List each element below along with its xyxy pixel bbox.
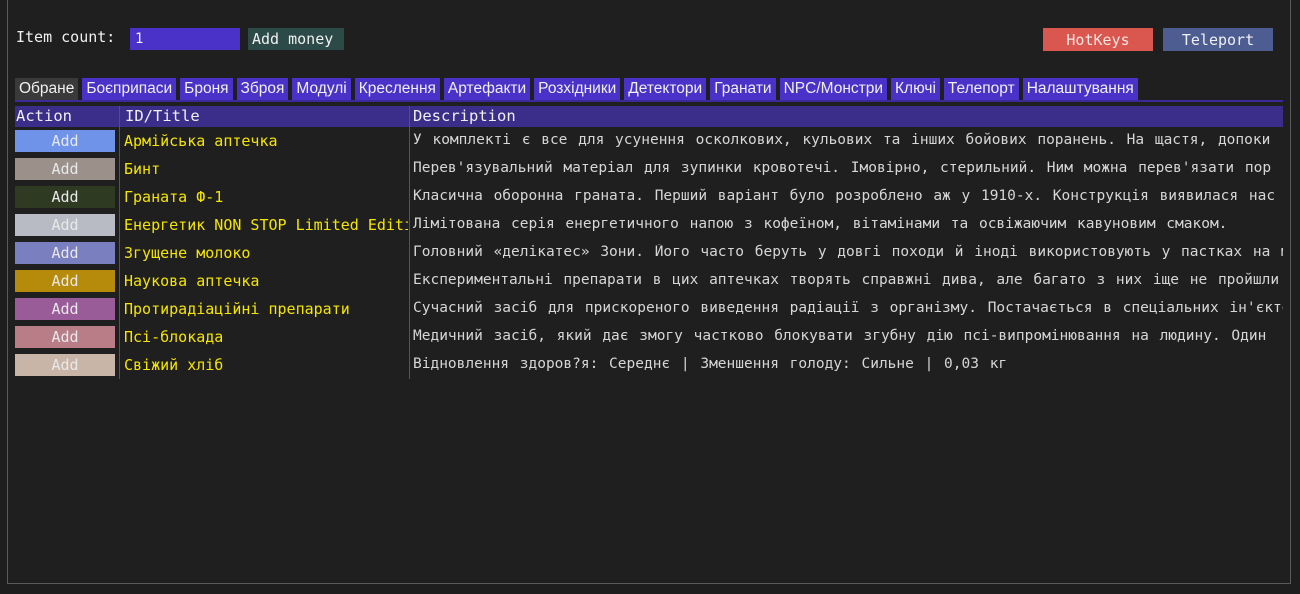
add-item-button[interactable]: Add [15, 270, 115, 292]
item-title: Граната Ф-1 [124, 188, 224, 206]
tab-2[interactable]: Броня [180, 78, 233, 100]
table-row: Add Свіжий хліб Відновлення здоров?я: Сере… [15, 353, 1283, 377]
item-title: Згущене молоко [124, 244, 251, 262]
hotkeys-button[interactable]: HotKeys [1043, 28, 1153, 51]
add-item-button[interactable]: Add [15, 186, 115, 208]
tab-4[interactable]: Модулі [292, 78, 351, 100]
item-description: Лімітована серія енергетичного напою з к… [413, 216, 1228, 232]
table-row: Add Енергетик NON STOP Limited Edition Лім… [15, 213, 1283, 237]
item-description: У комплекті є все для усунення осколкови… [413, 132, 1271, 148]
item-description: Медичний засіб, який дає змогу частково … [413, 328, 1267, 344]
tab-11[interactable]: Ключі [891, 78, 940, 100]
item-description: Відновлення здоров?я: Середнє | Зменшенн… [413, 356, 1008, 372]
add-item-button[interactable]: Add [15, 214, 115, 236]
item-description: Класична оборонна граната. Перший варіан… [413, 188, 1276, 204]
add-item-button[interactable]: Add [15, 158, 115, 180]
add-item-button[interactable]: Add [15, 354, 115, 376]
tab-5[interactable]: Креслення [354, 78, 440, 100]
tab-0[interactable]: Обране [15, 78, 79, 100]
item-description: Сучасний засіб для прискореного виведенн… [413, 300, 1283, 316]
column-header-title: ID/Title [125, 107, 200, 125]
item-count-input[interactable] [130, 28, 240, 50]
category-tabs: Обране Боєприпаси Броня Зброя Модулі Кресленн… [15, 78, 1142, 100]
tab-1[interactable]: Боєприпаси [82, 78, 177, 100]
add-item-button[interactable]: Add [15, 298, 115, 320]
tab-7[interactable]: Розхідники [534, 78, 621, 100]
column-header-action: Action [16, 107, 72, 125]
tab-underline [15, 100, 1283, 102]
item-description: Експериментальні препарати в цих аптечка… [413, 272, 1280, 288]
tab-6[interactable]: Артефакти [443, 78, 531, 100]
table-row: Add Граната Ф-1 Класична оборонна граната.… [15, 185, 1283, 209]
add-item-button[interactable]: Add [15, 326, 115, 348]
table-row: Add Протирадіаційні препарати Сучасний зас… [15, 297, 1283, 321]
table-row: Add Згущене молоко Головний «делікатес» Зо… [15, 241, 1283, 265]
add-money-button[interactable]: Add money [248, 28, 344, 50]
item-title: Псі-блокада [124, 328, 224, 346]
tab-10[interactable]: NPC/Монстри [779, 78, 888, 100]
item-title: Бинт [124, 160, 161, 178]
table-row: Add Бинт Перев'язувальний матеріал для зуп… [15, 157, 1283, 181]
add-item-button[interactable]: Add [15, 130, 115, 152]
tab-9[interactable]: Гранати [710, 78, 776, 100]
item-title: Армійська аптечка [124, 132, 278, 150]
table-row: Add Армійська аптечка У комплекті є все дл… [15, 129, 1283, 153]
tab-13[interactable]: Налаштування [1022, 78, 1138, 100]
table-header: Action ID/Title Description [15, 106, 1283, 127]
item-title: Свіжий хліб [124, 356, 224, 374]
item-title: Протирадіаційні препарати [124, 300, 350, 318]
item-title: Наукова аптечка [124, 272, 260, 290]
table-row: Add Наукова аптечка Експериментальні препа… [15, 269, 1283, 293]
table-row: Add Псі-блокада Медичний засіб, який дає з… [15, 325, 1283, 349]
item-title: Енергетик NON STOP Limited Edition [124, 216, 408, 234]
column-header-description: Description [413, 107, 516, 125]
item-description: Перев'язувальний матеріал для зупинки кр… [413, 160, 1272, 176]
tab-3[interactable]: Зброя [236, 78, 289, 100]
tab-8[interactable]: Детектори [624, 78, 707, 100]
teleport-button[interactable]: Teleport [1163, 28, 1273, 51]
tab-12[interactable]: Телепорт [943, 78, 1019, 100]
item-description: Головний «делікатес» Зони. Його часто бе… [413, 244, 1283, 260]
add-item-button[interactable]: Add [15, 242, 115, 264]
item-count-label: Item count: [16, 28, 116, 46]
